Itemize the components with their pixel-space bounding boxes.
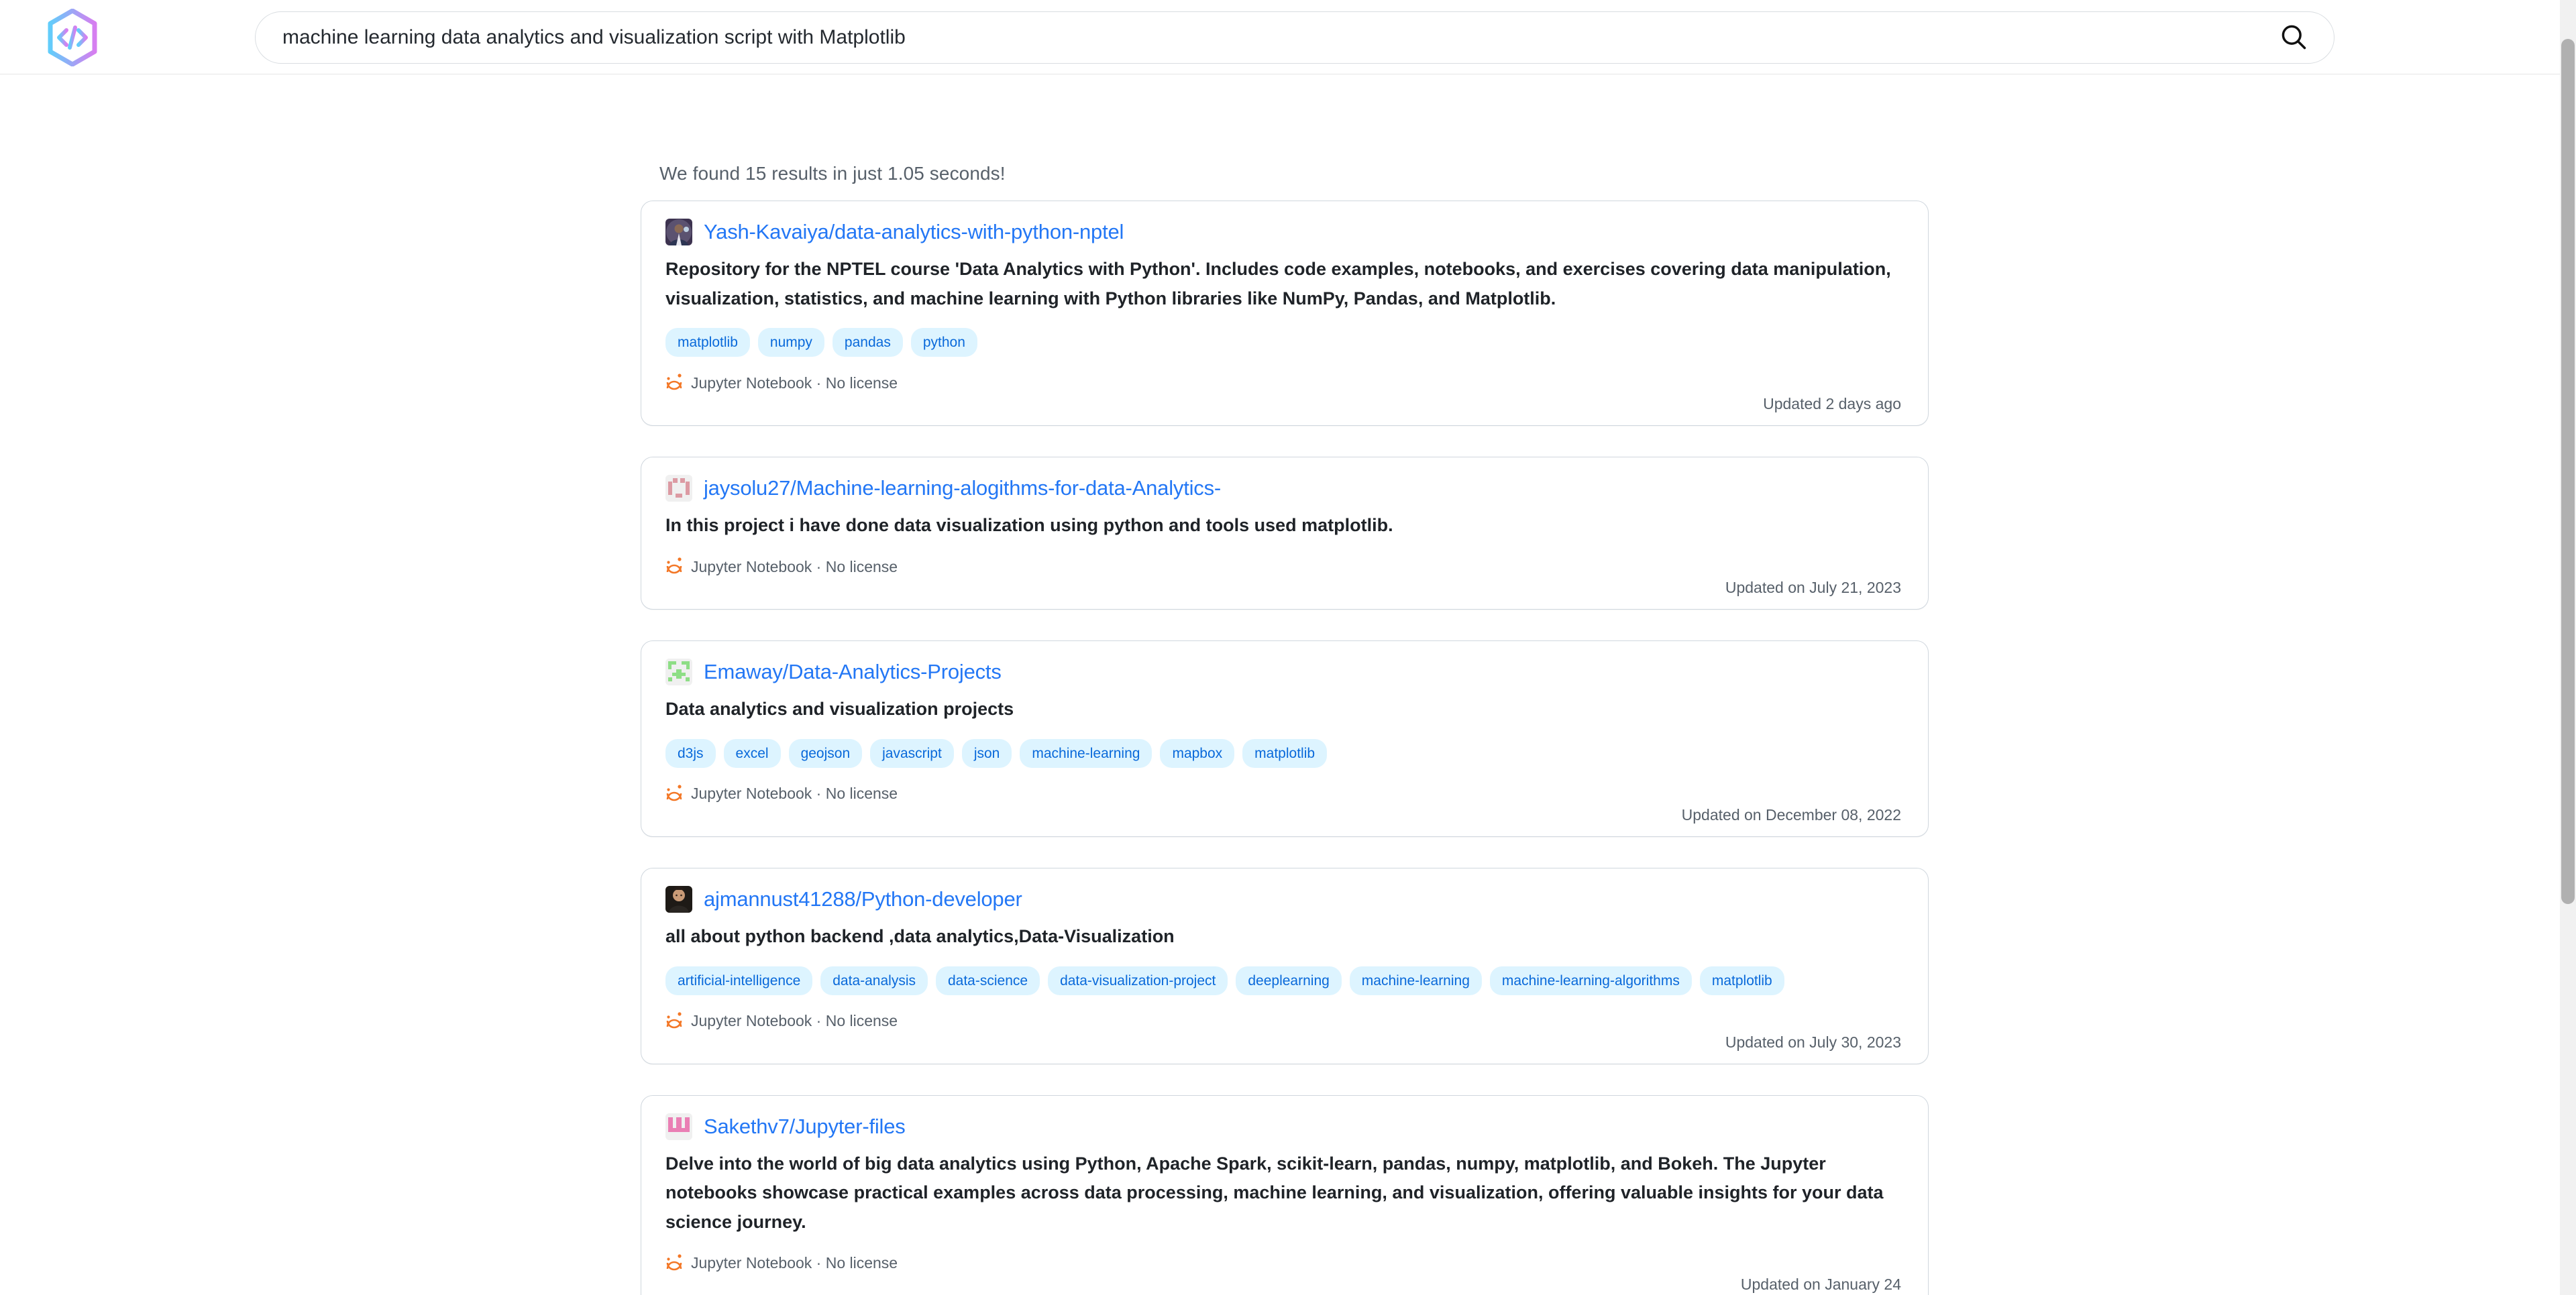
result-card-footer: Jupyter Notebook · No license Updated on… [665,1010,1904,1052]
topic-tag[interactable]: json [961,738,1012,768]
language-license-text: Jupyter Notebook · No license [691,557,898,575]
result-card-header: ajmannust41288/Python-developer [665,885,1904,913]
language-license: Jupyter Notebook · No license [665,555,898,577]
language-license-text: Jupyter Notebook · No license [691,1012,898,1030]
topic-tag[interactable]: pandas [832,328,903,357]
repo-name-link[interactable]: ajmannust41288/Python-developer [704,887,1022,911]
results-page: We found 15 results in just 1.05 seconds… [0,74,2576,1295]
result-card-header: Sakethv7/Jupyter-files [665,1113,1904,1140]
topic-tag[interactable]: matplotlib [1242,738,1328,768]
updated-text: Updated on July 30, 2023 [1725,1033,1901,1051]
topic-tag[interactable]: mapbox [1160,738,1235,768]
language-license: Jupyter Notebook · No license [665,783,898,804]
repo-description: Delve into the world of big data analyti… [665,1153,1884,1233]
results-summary: We found 15 results in just 1.05 seconds… [659,163,1006,184]
language-license: Jupyter Notebook · No license [665,1010,898,1031]
result-card-footer: Jupyter Notebook · No license Updated on… [665,555,1904,597]
page-scrollbar-thumb[interactable] [2561,39,2575,904]
result-card-header: jaysolu27/Machine-learning-alogithms-for… [665,475,1904,502]
topic-tag[interactable]: machine-learning-algorithms [1489,966,1692,995]
topic-tag[interactable]: data-visualization-project [1048,966,1228,995]
result-card[interactable]: Emaway/Data-Analytics-Projects Data anal… [641,640,1929,837]
jupyter-icon [665,557,683,577]
search-bar [255,11,2334,64]
jupyter-icon [665,1011,683,1031]
photo-avatar [665,219,692,245]
identicon-avatar [665,1113,692,1140]
jupyter-icon [665,373,683,393]
repo-name-link[interactable]: Sakethv7/Jupyter-files [704,1115,906,1139]
topic-tag[interactable]: machine-learning [1020,738,1152,768]
code-hexagon-logo-icon [46,9,99,66]
topic-tags: d3js excel geojson javascript json machi… [665,738,1904,768]
repo-name-link[interactable]: jaysolu27/Machine-learning-alogithms-for… [704,476,1221,500]
topic-tag[interactable]: excel [723,738,781,768]
topic-tag[interactable]: geojson [788,738,863,768]
language-license-text: Jupyter Notebook · No license [691,1254,898,1272]
repo-description: Data analytics and visualization project… [665,699,1014,720]
topic-tag[interactable]: data-analysis [820,966,928,995]
repo-name-link[interactable]: Emaway/Data-Analytics-Projects [704,660,1002,684]
search-submit-button[interactable] [2267,11,2320,64]
search-input[interactable] [255,11,2334,64]
updated-text: Updated on December 08, 2022 [1681,805,1901,824]
result-card-header: Emaway/Data-Analytics-Projects [665,659,1904,686]
identicon-avatar [665,475,692,502]
repository-results-list: Yash-Kavaiya/data-analytics-with-python-… [641,201,1929,1295]
topic-tag[interactable]: python [910,328,977,357]
identicon-avatar [665,659,692,686]
jupyter-icon [665,784,683,804]
updated-text: Updated 2 days ago [1763,395,1901,413]
language-license: Jupyter Notebook · No license [665,372,898,393]
result-card-footer: Jupyter Notebook · No license Updated on… [665,783,1904,824]
repo-name-link[interactable]: Yash-Kavaiya/data-analytics-with-python-… [704,220,1124,244]
repo-description: Repository for the NPTEL course 'Data An… [665,259,1891,308]
result-card[interactable]: jaysolu27/Machine-learning-alogithms-for… [641,457,1929,610]
result-card[interactable]: Sakethv7/Jupyter-files Delve into the wo… [641,1094,1929,1295]
repo-description: In this project i have done data visuali… [665,515,1393,536]
search-icon [2279,22,2308,54]
topic-tag[interactable]: matplotlib [1699,966,1784,995]
language-license: Jupyter Notebook · No license [665,1252,898,1274]
page-scrollbar-track[interactable] [2560,0,2576,1295]
result-card-footer: Jupyter Notebook · No license Updated on… [665,1252,1904,1294]
result-card[interactable]: ajmannust41288/Python-developer all abou… [641,867,1929,1064]
topic-tags: matplotlib numpy pandas python [665,328,1904,357]
topic-tag[interactable]: numpy [757,328,824,357]
updated-text: Updated on January 24 [1740,1275,1901,1293]
repo-description: all about python backend ,data analytics… [665,925,1175,946]
result-card-footer: Jupyter Notebook · No license Updated 2 … [665,372,1904,413]
app-logo[interactable] [42,7,103,68]
topic-tag[interactable]: matplotlib [665,328,750,357]
topic-tag[interactable]: artificial-intelligence [665,966,813,995]
result-card[interactable]: Yash-Kavaiya/data-analytics-with-python-… [641,201,1929,427]
topic-tags: artificial-intelligence data-analysis da… [665,966,1904,995]
result-card-header: Yash-Kavaiya/data-analytics-with-python-… [665,219,1904,245]
topic-tag[interactable]: machine-learning [1349,966,1482,995]
updated-text: Updated on July 21, 2023 [1725,579,1901,597]
topic-tag[interactable]: data-science [935,966,1040,995]
app-header [0,0,2576,74]
photo-avatar [665,885,692,913]
topic-tag[interactable]: javascript [870,738,954,768]
topic-tag[interactable]: d3js [665,738,716,768]
language-license-text: Jupyter Notebook · No license [691,785,898,803]
language-license-text: Jupyter Notebook · No license [691,374,898,392]
topic-tag[interactable]: deeplearning [1236,966,1342,995]
jupyter-icon [665,1253,683,1274]
